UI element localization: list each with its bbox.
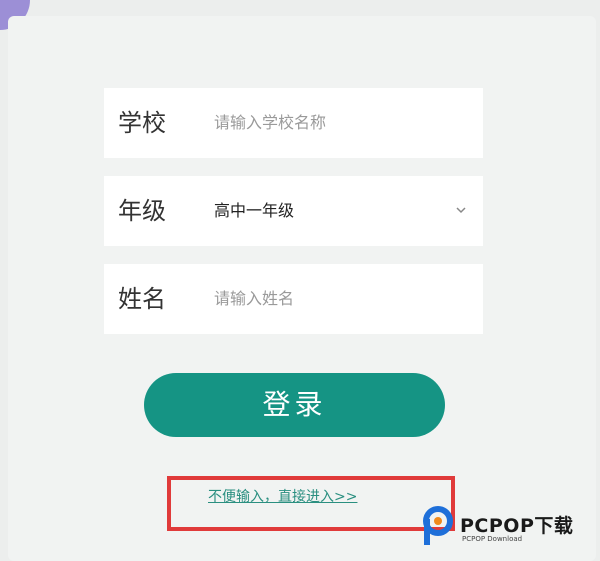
grade-value[interactable]: 高中一年级	[214, 176, 294, 246]
watermark: PCPOP下载 PCPOP Download	[418, 503, 598, 555]
grade-label: 年级	[118, 197, 166, 225]
school-field[interactable]: 学校 请输入学校名称	[104, 88, 483, 158]
school-input[interactable]: 请输入学校名称	[214, 88, 326, 158]
name-field[interactable]: 姓名 请输入姓名	[104, 264, 483, 334]
school-label: 学校	[118, 109, 166, 137]
direct-entry-link[interactable]: 不便输入，直接进入>>	[208, 486, 357, 506]
login-button[interactable]: 登录	[144, 373, 445, 437]
name-input[interactable]: 请输入姓名	[214, 264, 294, 334]
grade-select[interactable]: 年级 高中一年级	[104, 176, 483, 246]
watermark-title: PCPOP下载	[460, 515, 574, 537]
chevron-down-icon[interactable]	[455, 204, 467, 216]
name-label: 姓名	[118, 285, 166, 313]
pcpop-logo-icon	[423, 506, 453, 545]
watermark-subtitle: PCPOP Download	[462, 535, 523, 543]
